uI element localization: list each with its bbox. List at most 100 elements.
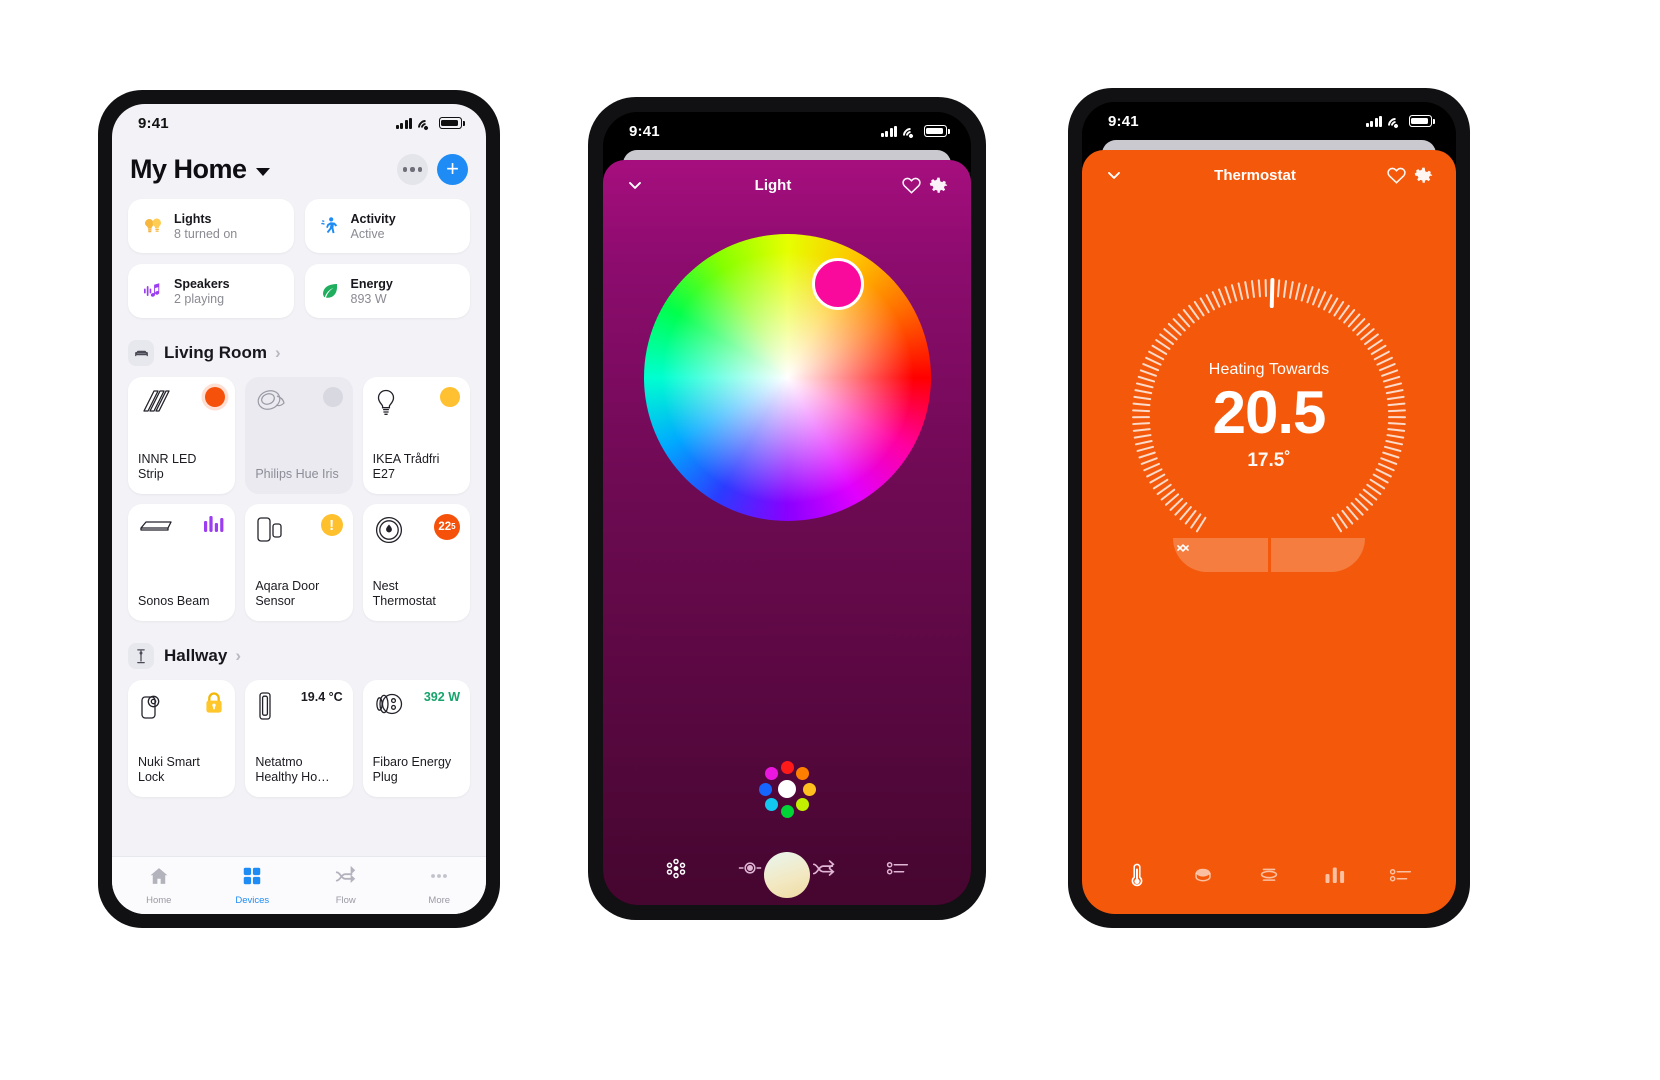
sofa-icon xyxy=(128,340,154,366)
hue-iris-icon xyxy=(255,387,291,422)
page-title: My Home xyxy=(130,154,247,184)
device-name: INNR LED Strip xyxy=(138,451,197,482)
heart-icon[interactable] xyxy=(897,171,925,199)
preset-swatch[interactable] xyxy=(802,782,816,796)
coat-rack-icon xyxy=(128,643,154,669)
humidity-icon[interactable] xyxy=(1254,860,1284,890)
device-name: Aqara Door Sensor xyxy=(255,578,320,609)
summary-tile-activity[interactable]: Activity Active xyxy=(304,199,470,253)
tab-label: Flow xyxy=(335,895,356,906)
settings-list-icon[interactable] xyxy=(883,853,913,883)
dial-status-label: Heating Towards xyxy=(1208,360,1330,378)
device-card-fibaro-energy-plug[interactable]: 392 W Fibaro Energy Plug xyxy=(362,680,470,797)
color-dots-icon[interactable] xyxy=(661,853,691,883)
cellular-signal-icon xyxy=(396,117,412,129)
lock-icon[interactable] xyxy=(203,690,225,721)
warning-badge[interactable]: ! xyxy=(320,514,343,536)
phone-frame-home: 9:41 My Home + Lights 8 turned on Activi… xyxy=(98,90,500,928)
home-title-group[interactable]: My Home xyxy=(130,154,270,185)
status-badge[interactable] xyxy=(440,387,460,407)
status-badge[interactable] xyxy=(322,387,343,407)
chevron-down-icon[interactable] xyxy=(255,167,270,176)
preset-swatch[interactable] xyxy=(758,782,772,796)
device-name: Nest Thermostat xyxy=(372,578,436,609)
device-name: Fibaro Energy Plug xyxy=(372,754,452,785)
status-time: 9:41 xyxy=(1108,112,1139,130)
gear-icon[interactable] xyxy=(925,171,953,199)
status-indicators xyxy=(396,116,465,139)
status-badge[interactable] xyxy=(205,387,226,407)
home-header: My Home + xyxy=(128,142,470,199)
summary-tile-speakers[interactable]: Speakers 2 playing xyxy=(128,264,294,318)
screen-thermostat: 9:41 Thermostat Heating Towards 20.5 17.… xyxy=(1082,102,1456,914)
color-wheel[interactable] xyxy=(643,234,931,521)
shuffle-icon xyxy=(334,865,358,892)
tab-home[interactable]: Home xyxy=(112,865,206,906)
status-indicators xyxy=(1366,114,1435,137)
summary-tile-energy[interactable]: Energy 893 W xyxy=(304,264,470,318)
device-card-nest-thermostat[interactable]: 22 5 Nest Thermostat xyxy=(362,504,470,621)
thermostat-tab-bar xyxy=(1082,860,1456,890)
color-preset-ring[interactable] xyxy=(758,760,816,818)
device-card-nuki-smart-lock[interactable]: Nuki Smart Lock xyxy=(128,680,236,797)
color-wheel-handle[interactable] xyxy=(811,258,864,310)
bar-chart-icon[interactable] xyxy=(1320,860,1350,890)
preset-swatch[interactable] xyxy=(764,798,778,812)
preset-swatch[interactable] xyxy=(764,766,778,780)
tab-flow[interactable]: Flow xyxy=(299,865,393,906)
tab-devices[interactable]: Devices xyxy=(206,865,300,906)
temperature-dial[interactable]: Heating Towards 20.5 17.5˚ xyxy=(1121,268,1417,572)
device-name: Philips Hue Iris xyxy=(255,467,339,482)
heart-icon[interactable] xyxy=(1382,161,1410,189)
dimmer-icon[interactable] xyxy=(735,853,765,883)
light-control-sheet: Light xyxy=(603,160,971,905)
color-wheel-container xyxy=(603,234,971,521)
tab-label: More xyxy=(428,895,451,906)
increase-temperature-button[interactable] xyxy=(1177,538,1365,572)
home-scroll-area[interactable]: My Home + Lights 8 turned on Activity Ac… xyxy=(112,142,486,856)
preset-swatch-white[interactable] xyxy=(778,780,796,798)
tile-title: Lights xyxy=(174,211,212,226)
room-name: Hallway xyxy=(164,646,228,665)
preset-swatch[interactable] xyxy=(780,804,794,818)
preset-swatch[interactable] xyxy=(780,760,794,774)
device-card-netatmo-healthy-home[interactable]: 19.4 °C Netatmo Healthy Ho… xyxy=(245,680,353,797)
tab-more[interactable]: More xyxy=(393,865,487,906)
bulb-icon xyxy=(373,387,399,424)
summary-tile-grid: Lights 8 turned on Activity Active Speak… xyxy=(128,199,470,318)
add-button[interactable]: + xyxy=(437,154,468,185)
flow-arrows-icon[interactable] xyxy=(809,853,839,883)
chevron-down-icon[interactable] xyxy=(1100,161,1128,189)
thermostat-sheet-header: Thermostat xyxy=(1082,150,1456,189)
room-name: Living Room xyxy=(164,343,267,362)
plug-icon xyxy=(373,690,407,723)
summary-tile-lights[interactable]: Lights 8 turned on xyxy=(128,199,294,253)
leaf-icon xyxy=(317,279,341,303)
device-card-sonos-beam[interactable]: Sonos Beam xyxy=(128,504,236,621)
temperature-value: 22 xyxy=(438,521,452,533)
thermometer-icon[interactable] xyxy=(1122,860,1152,890)
gear-icon[interactable] xyxy=(1410,161,1438,189)
nest-dial-icon xyxy=(373,514,405,551)
knob-icon[interactable] xyxy=(1188,860,1218,890)
page-title: Light xyxy=(754,176,792,194)
temperature-badge[interactable]: 22 5 xyxy=(434,514,460,540)
device-card-ikea-tradfri-e27[interactable]: IKEA Trådfri E27 xyxy=(362,377,470,494)
chevron-down-icon[interactable] xyxy=(621,171,649,199)
device-card-philips-hue-iris[interactable]: Philips Hue Iris xyxy=(245,377,353,494)
device-name: IKEA Trådfri E27 xyxy=(372,451,440,482)
summary-tile-text: Activity Active xyxy=(351,212,396,241)
more-options-button[interactable] xyxy=(397,154,428,185)
cellular-signal-icon xyxy=(881,125,897,137)
device-name: Nuki Smart Lock xyxy=(138,754,200,785)
room-header-hallway[interactable]: Hallway › xyxy=(128,643,470,669)
device-card-innr-led-strip[interactable]: INNR LED Strip xyxy=(128,377,236,494)
device-card-aqara-door-sensor[interactable]: ! Aqara Door Sensor xyxy=(245,504,353,621)
room-header-living-room[interactable]: Living Room › xyxy=(128,340,470,366)
equalizer-icon[interactable] xyxy=(203,514,225,539)
settings-list-icon[interactable] xyxy=(1386,860,1416,890)
wifi-icon xyxy=(1384,114,1407,137)
tile-title: Activity xyxy=(350,211,396,226)
preset-swatch[interactable] xyxy=(796,798,810,812)
preset-swatch[interactable] xyxy=(796,766,810,780)
